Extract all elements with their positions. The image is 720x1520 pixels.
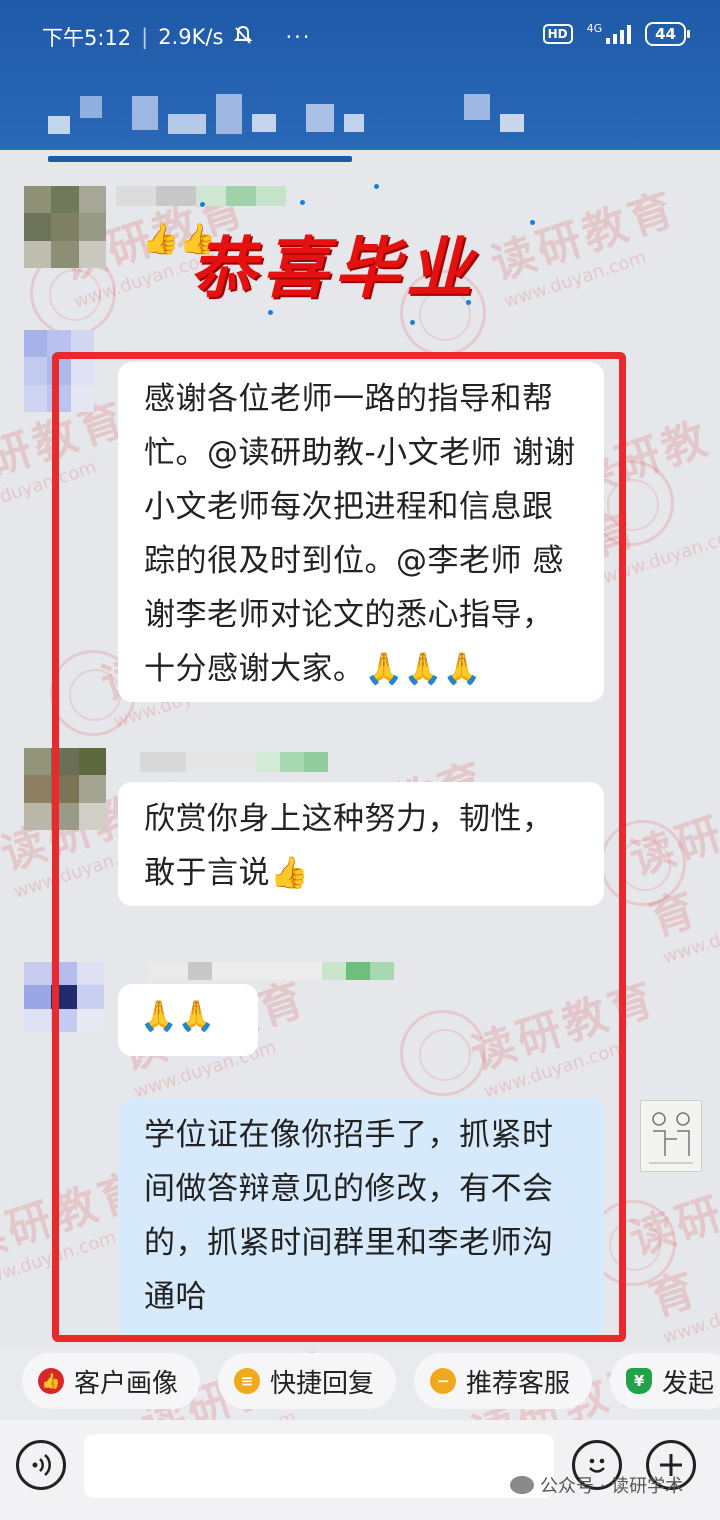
status-bar: 下午5:12 | 2.9K/s ··· HD 4G 44 (0, 0, 720, 70)
message-bubble[interactable]: 感谢各位老师一路的指导和帮忙。@读研助教-小文老师 谢谢小文老师每次把进程和信息… (118, 362, 604, 702)
sparkle (300, 200, 305, 205)
sparkle (200, 202, 205, 207)
sparkle (374, 184, 379, 189)
message-input[interactable] (84, 1434, 554, 1498)
source-tag: 公众号 · 读研学术 (510, 1472, 683, 1498)
avatar-blurred[interactable] (24, 962, 104, 1032)
wechat-icon (510, 1476, 534, 1494)
status-time: 下午5:12 (42, 26, 132, 50)
yen-shield-icon: ¥ (626, 1368, 653, 1394)
thumb-icon: 👍 (38, 1368, 64, 1394)
avatar-sketch-icon (649, 1112, 693, 1164)
voice-input-icon[interactable] (16, 1440, 66, 1490)
quick-action-label: 客户画像 (74, 1368, 179, 1399)
quick-action-label: 推荐客服 (466, 1368, 571, 1399)
chat-header: 下午5:12 | 2.9K/s ··· HD 4G 44 (0, 0, 720, 150)
quick-action-label: 发起 (662, 1368, 715, 1399)
initiate-payment-button[interactable]: ¥ 发起 (610, 1353, 720, 1409)
chat-title-blurred[interactable] (48, 90, 524, 136)
message-bubble[interactable]: 🙏🙏 (118, 984, 258, 1056)
status-left: 下午5:12 | 2.9K/s ··· (42, 22, 311, 52)
status-more-icon: ··· (285, 25, 312, 49)
nickname-blurred (148, 962, 394, 982)
my-message-bubble[interactable]: 学位证在像你招手了，抓紧时间做答辩意见的修改，有不会的，抓紧时间群里和李老师沟通… (118, 1098, 604, 1334)
reply-icon: ≡ (234, 1368, 261, 1394)
network-type: 4G (586, 21, 603, 35)
network-speed: 2.9K/s (158, 25, 224, 49)
signal-icon (606, 24, 632, 44)
customer-profile-button[interactable]: 👍 客户画像 (22, 1353, 201, 1409)
hd-badge: HD (542, 24, 573, 44)
sparkle (268, 310, 273, 315)
nickname-blurred (140, 752, 328, 772)
status-separator: | (141, 25, 149, 49)
source-tag-text: 公众号 · 读研学术 (540, 1476, 684, 1497)
graduation-banner: 恭喜毕业 (190, 229, 478, 307)
avatar-blurred[interactable] (24, 186, 106, 268)
avatar-blurred[interactable] (24, 330, 94, 412)
quick-action-label: 快捷回复 (270, 1368, 375, 1399)
message-bubble[interactable]: 欣赏你身上这种努力，韧性，敢于言说👍 (118, 782, 604, 906)
status-right: HD 4G 44 (542, 21, 690, 46)
sparkle (410, 320, 415, 325)
sparkle (466, 300, 471, 305)
input-bar: 公众号 · 读研学术 (0, 1420, 720, 1520)
active-tab-indicator (48, 156, 352, 162)
quick-reply-button[interactable]: ≡ 快捷回复 (218, 1353, 397, 1409)
recommend-service-button[interactable]: − 推荐客服 (414, 1353, 593, 1409)
avatar-blurred[interactable] (24, 748, 106, 830)
battery-icon: 44 (645, 22, 690, 46)
mute-bell-icon (233, 25, 253, 50)
my-avatar[interactable] (640, 1100, 702, 1172)
sparkle (530, 220, 535, 225)
quick-action-bar: 👍 客户画像 ≡ 快捷回复 − 推荐客服 ¥ 发起 (0, 1350, 720, 1412)
service-icon: − (430, 1368, 457, 1394)
